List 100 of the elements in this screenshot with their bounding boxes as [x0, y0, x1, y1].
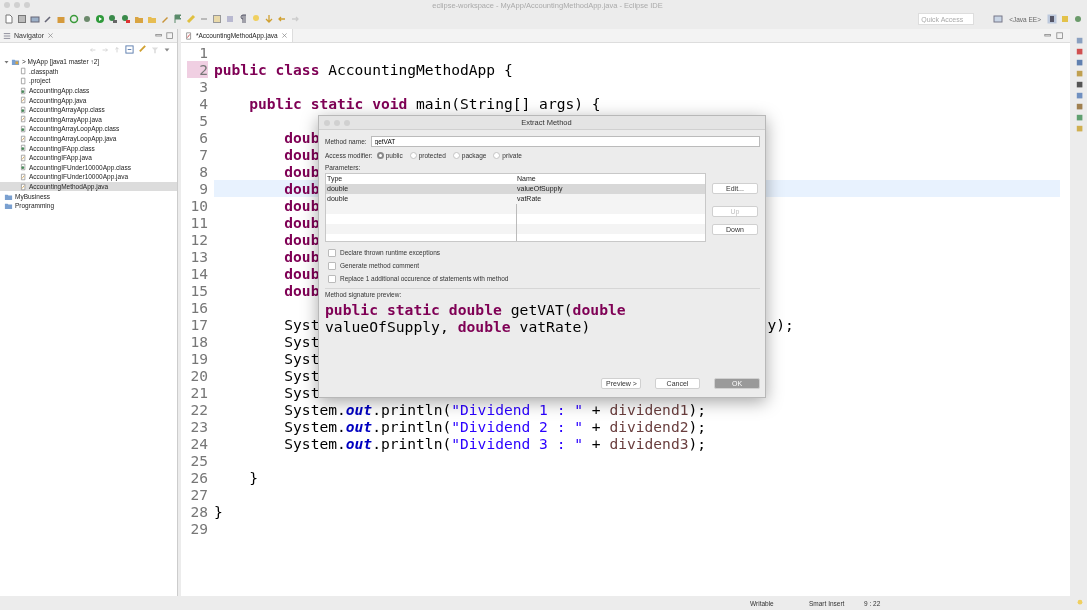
code-text: Syst	[283, 333, 320, 350]
code-text: +	[590, 435, 602, 452]
code-text: public static void	[248, 95, 408, 112]
line-number: 18	[189, 333, 208, 350]
line-number: 1	[198, 44, 208, 61]
code-text: AccountingMethodApp {	[327, 61, 513, 78]
filter-icon[interactable]	[151, 45, 159, 54]
maximize-icon[interactable]	[166, 31, 174, 40]
line-number: 3	[198, 78, 208, 95]
code-text: doub	[283, 197, 320, 214]
back-icon[interactable]	[277, 14, 287, 24]
line-number: 5	[198, 112, 208, 129]
down-arrow-icon[interactable]	[264, 14, 274, 24]
line-number: 13	[189, 248, 208, 265]
project-folder-icon	[11, 57, 20, 67]
line-number: 28	[189, 503, 208, 520]
close-light[interactable]	[4, 2, 10, 8]
line-number: 7	[198, 146, 208, 163]
line-number: 20	[189, 367, 208, 384]
code-text: +	[590, 418, 602, 435]
minimize-light[interactable]	[14, 2, 20, 8]
expand-arrow-icon[interactable]	[4, 58, 9, 65]
code-text: main(String[] args) {	[415, 95, 601, 112]
code-text: doub	[283, 214, 320, 231]
line-number: 23	[189, 418, 208, 435]
code-text: .println(	[372, 401, 452, 418]
navigator-icon[interactable]	[3, 31, 11, 40]
java-file-icon	[20, 134, 27, 143]
code-text: );	[688, 435, 707, 452]
java-file-icon	[20, 153, 27, 162]
class-file-icon	[20, 124, 27, 133]
java-file-icon	[185, 31, 193, 40]
code-text: doub	[283, 231, 320, 248]
code-text: Syst	[283, 367, 320, 384]
folder-icon[interactable]	[134, 14, 144, 24]
line-number: 21	[189, 384, 208, 401]
view-menu-icon[interactable]	[163, 45, 171, 54]
class-file-icon	[20, 86, 27, 95]
line-number: 9	[198, 180, 208, 197]
code-text: doub	[283, 129, 320, 146]
java-file-icon	[20, 96, 27, 105]
flag-icon[interactable]	[173, 14, 183, 24]
minimize-icon[interactable]	[155, 31, 163, 40]
code-text: "Dividend 3 : "	[451, 435, 584, 452]
code-text: dividend3	[609, 435, 689, 452]
java-file-icon	[20, 115, 27, 124]
code-text: dividend1	[609, 401, 689, 418]
code-text: doub	[283, 282, 320, 299]
close-icon[interactable]	[280, 32, 288, 39]
marker-icon[interactable]	[186, 14, 196, 24]
checkbox[interactable]	[328, 248, 336, 257]
checkbox[interactable]	[328, 261, 336, 270]
code-text: Syst	[283, 316, 320, 333]
pilcrow-icon[interactable]	[238, 14, 248, 24]
line-number: 25	[189, 452, 208, 469]
line-number: 12	[189, 231, 208, 248]
code-text: doub	[283, 180, 320, 197]
class-file-icon	[20, 163, 27, 172]
open-folder-icon[interactable]	[147, 14, 157, 24]
zoom-light[interactable]	[24, 2, 30, 8]
code-text: .println(	[372, 418, 452, 435]
line-number: 4	[198, 95, 208, 112]
code-text: doub	[283, 248, 320, 265]
line-number: 15	[189, 282, 208, 299]
maximize-icon[interactable]	[1056, 31, 1064, 40]
line-number: 19	[189, 350, 208, 367]
close-icon[interactable]	[46, 32, 54, 39]
code-text: "Dividend 1 : "	[451, 401, 584, 418]
play-icon[interactable]	[95, 14, 105, 24]
checkbox[interactable]	[328, 274, 336, 283]
perspective-icon[interactable]	[993, 14, 1004, 24]
code-text: out	[345, 435, 373, 452]
line-number: 8	[198, 163, 208, 180]
pencil-icon[interactable]	[160, 14, 170, 24]
code-text: Syst	[283, 350, 320, 367]
code-text: doub	[283, 163, 320, 180]
back-icon[interactable]	[89, 45, 97, 54]
minimize-icon[interactable]	[1044, 31, 1052, 40]
class-file-icon	[20, 105, 27, 114]
signature-preview: public static double getVAT(double valueOfSupply, double vatRate)	[325, 301, 627, 335]
line-number: 6	[198, 129, 208, 146]
code-text: }	[248, 469, 258, 486]
line-number: 10	[189, 197, 208, 214]
refresh-icon[interactable]	[69, 14, 79, 24]
line-number: 2	[187, 61, 208, 78]
line-number: 27	[189, 486, 208, 503]
forward-icon[interactable]	[101, 45, 109, 54]
link-icon[interactable]	[138, 45, 147, 54]
forward-icon[interactable]	[290, 14, 300, 24]
up-icon[interactable]	[113, 45, 121, 54]
code-text: Syst	[283, 384, 320, 401]
collapse-all-icon[interactable]	[125, 45, 134, 54]
code-text: );	[688, 418, 707, 435]
code-text: System.	[283, 418, 346, 435]
code-text: System.	[283, 401, 346, 418]
page-icon[interactable]	[4, 14, 14, 24]
line-number: 24	[189, 435, 208, 452]
code-text: }	[214, 503, 223, 520]
code-text: y);	[767, 316, 794, 333]
code-text: doub	[283, 146, 320, 163]
